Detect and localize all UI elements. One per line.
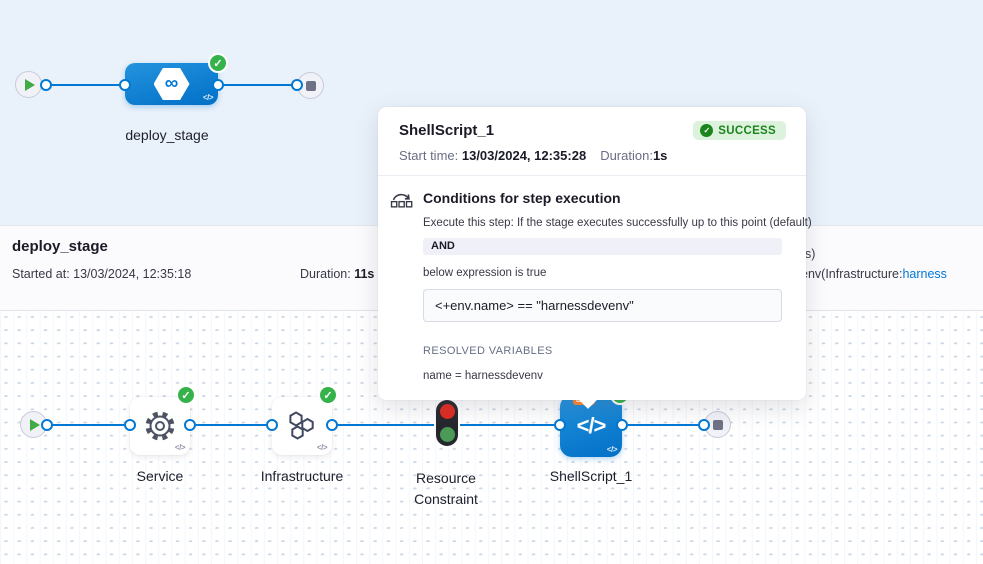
expression-intro-text: below expression is true bbox=[423, 267, 782, 279]
template-code-icon: </> bbox=[317, 443, 327, 452]
and-operator-bar: AND bbox=[423, 238, 782, 255]
edge bbox=[460, 424, 560, 426]
stage-duration-label: Duration: bbox=[300, 267, 354, 281]
template-code-icon: </> bbox=[203, 93, 213, 102]
status-badge: ✓ SUCCESS bbox=[693, 121, 786, 140]
step-node-resource-constraint[interactable] bbox=[436, 400, 458, 446]
stage-title: deploy_stage bbox=[12, 238, 108, 255]
edge-stage-to-end bbox=[218, 84, 298, 86]
conditions-title: Conditions for step execution bbox=[423, 190, 782, 206]
connector-port bbox=[326, 419, 338, 431]
success-check-icon: ✓ bbox=[176, 385, 196, 405]
edge bbox=[622, 424, 704, 426]
duration-label: Duration: bbox=[600, 148, 653, 163]
edge bbox=[332, 424, 434, 426]
hexagons-icon bbox=[285, 409, 319, 443]
cd-stage-icon: ∞ bbox=[154, 68, 190, 100]
step-label-shellscript-1: ShellScript_1 bbox=[541, 468, 641, 485]
stage-duration-value: 11s bbox=[354, 267, 374, 281]
success-check-icon: ✓ bbox=[700, 124, 713, 137]
start-time-value: 13/03/2024, 12:35:28 bbox=[462, 148, 586, 163]
connector-port bbox=[698, 419, 710, 431]
step-label-infrastructure: Infrastructure bbox=[242, 468, 362, 485]
popover-step-title: ShellScript_1 bbox=[399, 122, 494, 139]
step-details-popover: ShellScript_1 ✓ SUCCESS Start time: 13/0… bbox=[378, 107, 806, 400]
resolved-variable-value: name = harnessdevenv bbox=[423, 370, 782, 382]
conditional-execution-icon bbox=[390, 190, 414, 382]
connector-port bbox=[41, 419, 53, 431]
stage-duration: Duration: 11s bbox=[300, 267, 374, 281]
stage-node-deploy-stage[interactable]: ∞ </> ✓ bbox=[125, 63, 218, 105]
edge bbox=[47, 424, 130, 426]
expression-box: <+env.name> == "harnessdevenv" bbox=[423, 289, 782, 322]
stage-started-at: Started at: 13/03/2024, 12:35:18 bbox=[12, 267, 191, 281]
clipped-text-fragment: env(Infrastructure:harness bbox=[801, 267, 947, 281]
step-node-infrastructure[interactable]: </> ✓ bbox=[272, 397, 332, 455]
success-check-icon: ✓ bbox=[208, 53, 228, 73]
shell-script-icon: </> bbox=[577, 413, 606, 439]
status-badge-label: SUCCESS bbox=[718, 125, 776, 137]
step-label-resource-constraint: Resource Constraint bbox=[396, 468, 496, 510]
gear-icon bbox=[142, 408, 178, 444]
template-code-icon: </> bbox=[607, 445, 617, 454]
stop-icon bbox=[713, 420, 723, 430]
connector-port bbox=[291, 79, 303, 91]
connector-port bbox=[554, 419, 566, 431]
pipeline-start-node[interactable] bbox=[15, 71, 42, 98]
edge bbox=[190, 424, 272, 426]
step-label-service: Service bbox=[110, 468, 210, 485]
pipeline-execution-view: ∞ </> ✓ deploy_stage deploy_stage Starte… bbox=[0, 0, 983, 564]
infrastructure-text: env(Infrastructure: bbox=[801, 267, 902, 281]
resolved-variables-title: RESOLVED VARIABLES bbox=[423, 345, 782, 357]
connector-port bbox=[616, 419, 628, 431]
popover-header: ShellScript_1 ✓ SUCCESS Start time: 13/0… bbox=[378, 107, 806, 176]
connector-port bbox=[184, 419, 196, 431]
edge-start-to-stage bbox=[46, 84, 128, 86]
connector-port bbox=[40, 79, 52, 91]
connector-port bbox=[124, 419, 136, 431]
traffic-light-green-icon bbox=[440, 427, 455, 442]
success-check-icon: ✓ bbox=[318, 385, 338, 405]
play-icon bbox=[30, 419, 40, 431]
template-code-icon: </> bbox=[175, 443, 185, 452]
connector-port bbox=[119, 79, 131, 91]
popover-timing: Start time: 13/03/2024, 12:35:28 Duration… bbox=[399, 148, 786, 163]
step-node-service[interactable]: </> ✓ bbox=[130, 397, 190, 455]
stop-icon bbox=[306, 81, 316, 91]
environment-link[interactable]: harness bbox=[902, 267, 946, 281]
connector-port bbox=[266, 419, 278, 431]
execute-condition-text: Execute this step: If the stage executes… bbox=[423, 217, 782, 229]
duration-value: 1s bbox=[653, 148, 667, 163]
stage-node-label: deploy_stage bbox=[105, 127, 229, 144]
traffic-light-red-icon bbox=[440, 404, 455, 419]
play-icon bbox=[25, 79, 35, 91]
start-time-label: Start time: bbox=[399, 148, 462, 163]
clipped-text-fragment: s) bbox=[805, 247, 815, 261]
connector-port bbox=[212, 79, 224, 91]
conditions-section: Conditions for step execution Execute th… bbox=[378, 176, 806, 400]
